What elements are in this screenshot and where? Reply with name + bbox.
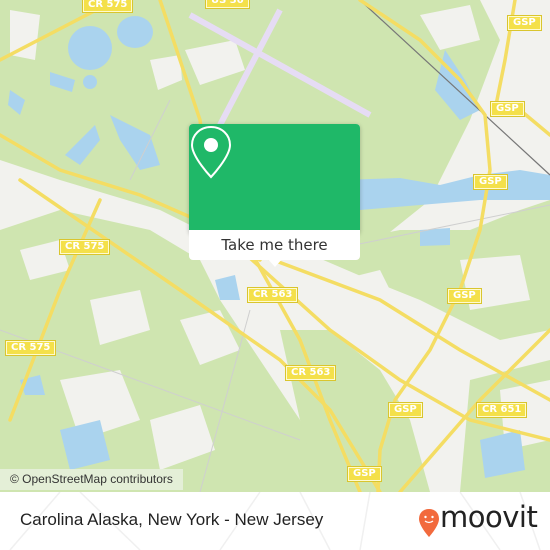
map-pin-icon — [190, 125, 232, 179]
road-shield-gsp: GSP — [388, 402, 423, 418]
popup-pointer — [267, 258, 283, 267]
brand-name: moovit — [440, 500, 538, 534]
take-me-there-button[interactable]: Take me there — [189, 230, 360, 260]
location-popup: Take me there — [189, 124, 360, 267]
road-shield-cr575: CR 575 — [4, 340, 57, 356]
road-shield-cr651: CR 651 — [475, 402, 528, 418]
road-shield-gsp: GSP — [347, 466, 382, 482]
road-shield-gsp: GSP — [447, 288, 482, 304]
road-shield-gsp: GSP — [473, 174, 508, 190]
moovit-pin-icon — [419, 509, 439, 537]
map-view[interactable]: US 30 CR 575 GSP GSP GSP CR 575 CR 563 G… — [0, 0, 550, 492]
road-shield-cr563: CR 563 — [284, 365, 337, 381]
road-shield-cr575: CR 575 — [81, 0, 134, 13]
location-title: Carolina Alaska, New York - New Jersey — [20, 510, 324, 529]
road-shield-gsp: GSP — [507, 15, 542, 31]
road-shield-gsp: GSP — [490, 101, 525, 117]
footer-bar: Carolina Alaska, New York - New Jersey m… — [0, 492, 550, 550]
map-attribution[interactable]: © OpenStreetMap contributors — [0, 469, 183, 490]
road-shield-cr575: CR 575 — [58, 239, 111, 255]
road-shield-us30: US 30 — [205, 0, 250, 9]
popup-header — [189, 124, 360, 230]
road-shield-cr563: CR 563 — [246, 287, 299, 303]
